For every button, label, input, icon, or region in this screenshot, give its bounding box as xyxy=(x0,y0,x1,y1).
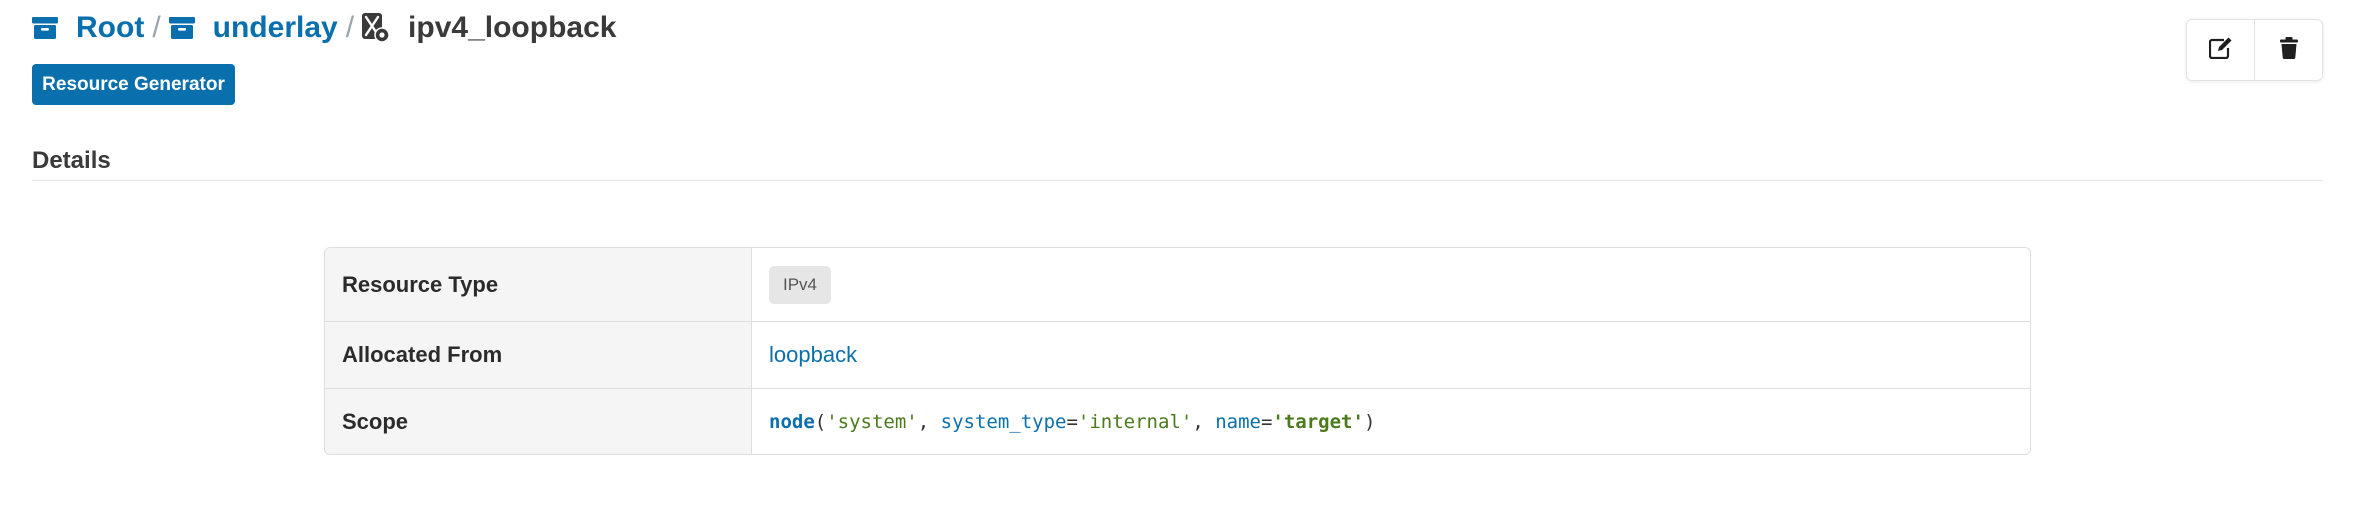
breadcrumb-underlay-label: underlay xyxy=(212,11,338,44)
breadcrumb-current-label: ipv4_loopback xyxy=(408,11,617,44)
archive-box-icon xyxy=(32,17,58,39)
details-table: Resource Type IPv4 Allocated From loopba… xyxy=(324,247,2031,455)
edit-button[interactable] xyxy=(2187,20,2254,80)
delete-button[interactable] xyxy=(2254,20,2322,80)
page: Root / underlay / ipv4_loopback Resource… xyxy=(0,0,2356,510)
trash-icon xyxy=(2279,36,2298,64)
row-label: Scope xyxy=(325,389,752,454)
details-heading: Details xyxy=(32,147,111,174)
scope-punct: ( xyxy=(814,410,827,433)
section-divider xyxy=(32,180,2323,181)
breadcrumb: Root / underlay / ipv4_loopback xyxy=(32,8,616,48)
breadcrumb-root-label: Root xyxy=(76,11,145,44)
row-label: Allocated From xyxy=(325,322,752,388)
allocated-from-link[interactable]: loopback xyxy=(769,342,857,368)
scope-arg: 'system' xyxy=(826,410,918,433)
resource-type-badge: IPv4 xyxy=(769,265,832,304)
breadcrumb-current: ipv4_loopback xyxy=(362,8,616,48)
breadcrumb-root[interactable]: Root xyxy=(32,8,144,48)
row-value: loopback xyxy=(752,322,2030,388)
archive-box-icon xyxy=(168,17,195,39)
scope-punct: = xyxy=(1066,410,1078,433)
edit-icon xyxy=(2208,37,2233,64)
table-row-allocated-from: Allocated From loopback xyxy=(325,321,2030,388)
row-value: node('system', system_type='internal', n… xyxy=(752,389,2030,454)
resource-generator-icon xyxy=(362,13,390,43)
resource-generator-button[interactable]: Resource Generator xyxy=(32,64,235,105)
scope-punct: ) xyxy=(1363,410,1376,433)
breadcrumb-separator: / xyxy=(152,11,161,44)
scope-punct: , xyxy=(917,410,941,433)
breadcrumb-underlay[interactable]: underlay xyxy=(168,8,338,48)
scope-arg: 'internal' xyxy=(1077,410,1193,433)
action-button-group xyxy=(2186,19,2323,81)
scope-punct: = xyxy=(1260,410,1273,433)
row-label: Resource Type xyxy=(325,248,752,321)
table-row-scope: Scope node('system', system_type='intern… xyxy=(325,388,2030,454)
scope-punct: , xyxy=(1192,410,1216,433)
breadcrumb-separator: / xyxy=(345,11,355,44)
scope-keyword: system_type xyxy=(940,410,1067,433)
scope-function: node xyxy=(769,410,815,433)
scope-arg: 'target' xyxy=(1272,410,1364,433)
row-value: IPv4 xyxy=(752,248,2030,321)
table-row-resource-type: Resource Type IPv4 xyxy=(325,248,2030,321)
scope-keyword: name xyxy=(1215,410,1261,433)
scope-expression: node('system', system_type='internal', n… xyxy=(769,411,1375,433)
